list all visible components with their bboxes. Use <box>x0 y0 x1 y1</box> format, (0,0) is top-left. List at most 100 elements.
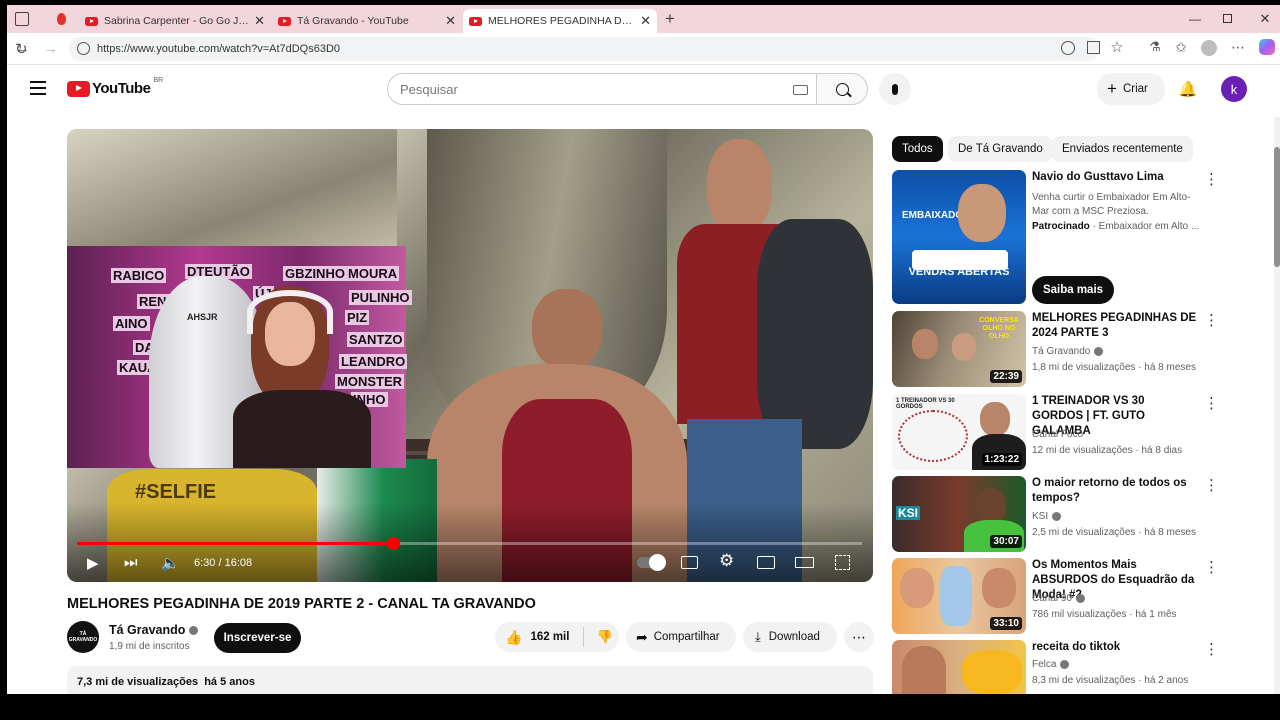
autoplay-toggle[interactable] <box>637 554 666 571</box>
volume-icon[interactable]: 🔈 <box>161 554 180 572</box>
thumbnail[interactable]: KSI 30:07 <box>892 476 1026 552</box>
video-meta: 786 mil visualizações · há 1 mês <box>1032 609 1177 620</box>
subscribe-button[interactable]: Inscrever-se <box>214 623 301 653</box>
video-player[interactable]: #SELFIE RABICO DTEUTÃO GBZINHO MOURA REN… <box>67 129 873 582</box>
search-button[interactable] <box>816 73 868 105</box>
copilot-icon[interactable] <box>1259 39 1275 55</box>
settings-gear-icon[interactable]: ⚙ <box>719 551 734 571</box>
channel-avatar[interactable]: TÁ GRAVANDO <box>67 621 99 653</box>
favorite-star-icon[interactable]: ☆ <box>1109 38 1125 56</box>
miniplayer-icon[interactable] <box>757 556 775 569</box>
chip-enviados-recentemente[interactable]: Enviados recentemente <box>1052 136 1193 162</box>
more-vertical-icon[interactable]: ⋮ <box>1204 558 1219 576</box>
reload-icon[interactable]: ↻ <box>15 40 28 58</box>
thumbnail[interactable] <box>892 640 1026 694</box>
channel-name[interactable]: Tá Gravando <box>109 623 199 637</box>
apps-icon[interactable] <box>1087 41 1100 54</box>
play-icon[interactable]: ▶ <box>87 554 99 572</box>
recommendation-item[interactable]: KSI 30:07 O maior retorno de todos os te… <box>892 476 1222 552</box>
tab-sabrina[interactable]: Sabrina Carpenter - Go Go Juice ( ✕ <box>79 9 271 33</box>
more-vertical-icon[interactable]: ⋮ <box>1204 311 1219 329</box>
duration-badge: 30:07 <box>990 535 1022 548</box>
flame-icon[interactable] <box>55 11 67 27</box>
scrollbar-thumb[interactable] <box>1274 147 1280 267</box>
create-button[interactable]: + Criar <box>1097 73 1165 105</box>
forward-icon[interactable]: → <box>43 40 58 57</box>
youtube-logo[interactable]: YouTube BR <box>67 77 164 97</box>
tab-actions-icon[interactable] <box>15 12 29 26</box>
new-tab-icon[interactable]: + <box>661 9 679 28</box>
more-vertical-icon[interactable]: ⋮ <box>1204 394 1219 412</box>
like-button[interactable]: 👍 162 mil 👎 <box>495 622 619 652</box>
search-input[interactable]: Pesquisar <box>387 73 817 105</box>
fullscreen-icon[interactable] <box>835 555 850 570</box>
close-icon[interactable]: ✕ <box>254 13 265 29</box>
thumbnail[interactable]: CONVERSA OLHO NO OLHO 22:39 <box>892 311 1026 387</box>
read-aloud-icon[interactable] <box>1061 41 1075 55</box>
upload-age: há 5 anos <box>204 676 255 688</box>
sponsor-extra: · Embaixador em Alto ... <box>1092 221 1200 232</box>
channel-name: Canal 90 <box>1032 593 1086 604</box>
chip-label: De Tá Gravando <box>958 143 1043 155</box>
extensions-icon[interactable]: ⚗ <box>1147 38 1163 56</box>
recommendation-item[interactable]: 33:10 Os Momentos Mais ABSURDOS do Esqua… <box>892 558 1222 634</box>
duration-badge: 33:10 <box>990 617 1022 630</box>
verified-icon <box>189 626 199 636</box>
download-button[interactable]: ⤓ Download <box>743 622 837 652</box>
microphone-icon <box>892 83 898 95</box>
minimize-icon[interactable]: — <box>1185 11 1205 27</box>
verified-icon <box>1060 659 1070 669</box>
thumbnail[interactable]: 1 TREINADOR VS 30 GORDOS 1:23:22 <box>892 394 1026 470</box>
ad-item[interactable]: EMBAIXADOR VENDAS ABERTAS Navio do Gustt… <box>892 170 1222 304</box>
voice-search-button[interactable] <box>879 73 911 105</box>
chip-todos[interactable]: Todos <box>892 136 943 162</box>
cta-label: Saiba mais <box>1042 284 1104 296</box>
info-icon[interactable] <box>77 42 90 55</box>
selfie-shirt-text: #SELFIE <box>135 481 217 503</box>
more-options-icon[interactable]: ⋯ <box>1229 38 1247 56</box>
plus-icon: + <box>1107 79 1117 98</box>
region-code: BR <box>153 77 164 84</box>
restore-icon[interactable] <box>1223 14 1232 23</box>
theater-mode-icon[interactable] <box>795 557 814 568</box>
account-avatar[interactable]: k <box>1221 76 1247 102</box>
video-meta: 2,5 mi de visualizações · há 8 meses <box>1032 527 1196 538</box>
tab-bar: Sabrina Carpenter - Go Go Juice ( ✕ Tá G… <box>7 5 1280 33</box>
more-vertical-icon[interactable]: ⋮ <box>1204 170 1219 188</box>
description-box[interactable]: 7,3 mi de visualizações há 5 anos <box>67 666 873 694</box>
close-icon[interactable]: ✕ <box>640 13 651 29</box>
duration-badge: 1:23:22 <box>981 453 1022 466</box>
share-button[interactable]: ➦ Compartilhar <box>626 622 736 652</box>
verified-icon <box>1094 346 1104 356</box>
favorites-icon[interactable]: ✩ <box>1173 38 1189 56</box>
progress-bar[interactable] <box>77 537 862 550</box>
video-meta: 8,3 mi de visualizações · há 2 anos <box>1032 675 1189 686</box>
thumbnail[interactable]: 33:10 <box>892 558 1026 634</box>
next-icon[interactable]: ⏭ <box>124 554 138 571</box>
subtitles-icon[interactable] <box>681 556 698 569</box>
chip-de-ta-gravando[interactable]: De Tá Gravando <box>948 136 1053 162</box>
keyboard-icon[interactable] <box>793 85 808 95</box>
ad-sponsor: Patrocinado · Embaixador em Alto ... <box>1032 221 1202 232</box>
url-field[interactable]: ↻ https://www.youtube.com/watch?v=At7dDQ… <box>15 37 1099 61</box>
notifications-bell-icon[interactable]: 🔔 <box>1178 79 1198 99</box>
more-actions-button[interactable]: ⋯ <box>844 622 874 652</box>
more-vertical-icon[interactable]: ⋮ <box>1204 476 1219 494</box>
ad-cta-button[interactable]: Saiba mais <box>1032 276 1114 304</box>
profile-avatar-icon[interactable] <box>1201 40 1217 56</box>
close-window-icon[interactable]: ✕ <box>1257 11 1273 27</box>
ad-thumbnail[interactable]: EMBAIXADOR VENDAS ABERTAS <box>892 170 1026 304</box>
tab-melhores-pegadinha[interactable]: MELHORES PEGADINHA DE 2019 ✕ <box>463 9 657 33</box>
hamburger-menu-icon[interactable] <box>30 81 46 95</box>
more-horizontal-icon: ⋯ <box>852 628 866 645</box>
page-scrollbar[interactable] <box>1274 117 1280 694</box>
search-placeholder: Pesquisar <box>400 81 458 97</box>
tab-ta-gravando[interactable]: Tá Gravando - YouTube ✕ <box>272 9 462 33</box>
thumbs-down-icon[interactable]: 👎 <box>596 629 612 645</box>
recommendation-item[interactable]: CONVERSA OLHO NO OLHO 22:39 MELHORES PEG… <box>892 311 1222 387</box>
more-vertical-icon[interactable]: ⋮ <box>1204 640 1219 658</box>
recommendation-item[interactable]: 1 TREINADOR VS 30 GORDOS 1:23:22 1 TREIN… <box>892 394 1222 470</box>
recommendation-item[interactable]: receita do tiktok Felca 8,3 mi de visual… <box>892 640 1222 694</box>
youtube-icon <box>469 16 482 26</box>
close-icon[interactable]: ✕ <box>445 13 456 29</box>
